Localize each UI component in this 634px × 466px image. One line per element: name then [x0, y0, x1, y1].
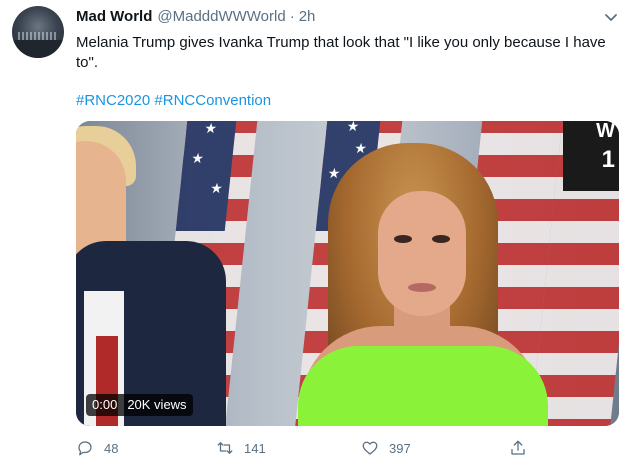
- eye: [394, 235, 412, 243]
- avatar[interactable]: [12, 6, 64, 58]
- author-name[interactable]: Mad World: [76, 8, 152, 25]
- timestamp[interactable]: 2h: [299, 8, 316, 25]
- reply-button[interactable]: 48: [76, 437, 118, 459]
- video-time: 0:00: [92, 397, 118, 412]
- retweet-count: 141: [244, 440, 266, 456]
- action-bar: 48 141 397: [76, 437, 619, 459]
- person-center-face: [378, 191, 466, 316]
- retweet-button[interactable]: 141: [216, 437, 266, 459]
- retweet-icon: [217, 442, 233, 454]
- green-dress: [298, 346, 548, 426]
- video-player[interactable]: ★ ★ ★ ★ ★ ★ W 1 0:00 20K views: [76, 121, 619, 426]
- like-button[interactable]: 397: [361, 437, 411, 459]
- eye: [432, 235, 450, 243]
- hashtag-link[interactable]: #RNCConvention: [154, 92, 271, 109]
- channel-logo-number: 1: [601, 146, 615, 173]
- hashtag-list: #RNC2020 #RNCConvention: [76, 91, 271, 111]
- tweet-text: Melania Trump gives Ivanka Trump that lo…: [76, 34, 606, 71]
- chevron-down-icon[interactable]: [604, 10, 618, 24]
- reply-count: 48: [104, 440, 119, 456]
- like-count: 397: [389, 440, 411, 456]
- avatar-ground: [12, 40, 64, 58]
- video-views: 20K views: [127, 397, 187, 412]
- hashtag-link[interactable]: #RNC2020: [76, 92, 150, 109]
- tweet[interactable]: Mad World @MadddWWWorld · 2h Melania Tru…: [0, 0, 634, 466]
- channel-logo: W 1: [563, 121, 619, 191]
- share-button[interactable]: [509, 437, 527, 459]
- channel-logo-letter: W: [596, 121, 615, 142]
- like-icon: [362, 441, 378, 455]
- author-handle[interactable]: @MadddWWWorld: [157, 8, 285, 25]
- reply-icon: [78, 441, 92, 456]
- share-icon: [511, 440, 525, 455]
- separator: ·: [289, 8, 295, 25]
- video-info-badge: 0:00 20K views: [86, 394, 193, 416]
- lips: [408, 283, 436, 292]
- tweet-header: Mad World @MadddWWWorld · 2h: [76, 8, 315, 28]
